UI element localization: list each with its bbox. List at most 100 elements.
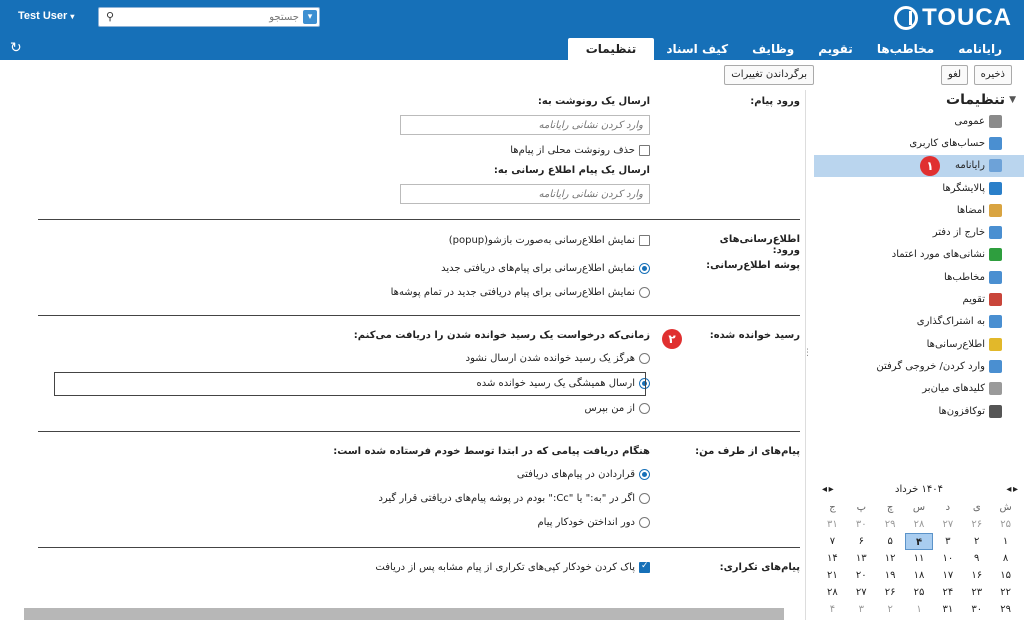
copy-email-input[interactable]	[400, 115, 650, 135]
calendar-day[interactable]: ۳۰	[962, 601, 991, 618]
calendar-day[interactable]: ۲۱	[818, 567, 847, 584]
refresh-icon[interactable]: ↻	[10, 40, 22, 56]
delete-local-copy-checkbox[interactable]	[639, 144, 650, 156]
cancel-button[interactable]: لغو	[940, 65, 968, 85]
calendar-day[interactable]: ۴	[904, 533, 934, 550]
calendar-day[interactable]: ۲۹	[991, 601, 1020, 618]
sidebar-item[interactable]: رایانامه ۱	[814, 154, 1024, 177]
sidebar-item[interactable]: توکافزون‌ها	[814, 400, 1024, 422]
sidebar-item[interactable]: عمومی	[814, 110, 1024, 132]
calendar-day[interactable]: ۱۱	[905, 550, 934, 567]
calendar-day[interactable]: ۱۰	[933, 550, 962, 567]
calendar-day[interactable]: ۲۶	[962, 516, 991, 533]
calendar-day[interactable]: ۳۱	[933, 601, 962, 618]
rr-ask-option[interactable]: از من بپرس	[30, 399, 650, 417]
rr-never-radio[interactable]	[639, 352, 650, 364]
notify-inbox-radio[interactable]	[639, 262, 650, 274]
calendar-day[interactable]: ۳۰	[847, 516, 876, 533]
tab-briefcase[interactable]: کیف اسناد	[654, 38, 740, 60]
resize-grip-icon[interactable]: ⋮	[803, 348, 812, 358]
sidebar-header[interactable]: ▼ تنظیمات	[814, 90, 1024, 110]
tab-mail[interactable]: رایانامه	[946, 38, 1014, 60]
rr-never-option[interactable]: هرگز یک رسید خوانده شدن ارسال نشود	[30, 349, 650, 367]
notify-email-input[interactable]	[400, 184, 650, 204]
calendar-day[interactable]: ۲	[876, 601, 905, 618]
sidebar-item[interactable]: پالایشگرها	[814, 177, 1024, 199]
sidebar-item[interactable]: وارد کردن/ خروجی گرفتن	[814, 355, 1024, 377]
calendar-day[interactable]: ۱	[991, 533, 1020, 550]
calendar-day[interactable]: ۱۹	[876, 567, 905, 584]
calendar-day[interactable]: ۲۴	[933, 584, 962, 601]
fm-inbox-option[interactable]: قراردادن در پیام‌های دریافتی	[30, 465, 650, 483]
user-menu[interactable]: Test User ▾	[18, 10, 74, 22]
tab-contacts[interactable]: مخاطب‌ها	[865, 38, 946, 60]
calendar-day[interactable]: ۱۳	[847, 550, 876, 567]
calendar-day[interactable]: ۲۸	[818, 584, 847, 601]
search-scope-icon[interactable]: ▾	[303, 10, 317, 24]
calendar-day[interactable]: ۱۶	[962, 567, 991, 584]
fm-discard-radio[interactable]	[639, 516, 650, 528]
fm-cc-radio[interactable]	[639, 492, 650, 504]
calendar-day[interactable]: ۷	[818, 533, 847, 550]
sidebar-item[interactable]: کلیدهای میان‌بر	[814, 378, 1024, 400]
notify-inbox-option[interactable]: نمایش اطلاع‌رسانی برای پیام‌های دریافتی …	[30, 259, 650, 277]
sidebar-item[interactable]: مخاطب‌ها	[814, 266, 1024, 288]
calendar-day[interactable]: ۲۵	[905, 584, 934, 601]
calendar-nav-prev[interactable]: ▸ ◂	[1006, 484, 1017, 495]
calendar-day[interactable]: ۲۷	[847, 584, 876, 601]
calendar-day[interactable]: ۸	[991, 550, 1020, 567]
search-icon[interactable]: ⚲	[103, 10, 117, 24]
calendar-day[interactable]: ۱۷	[933, 567, 962, 584]
search-input[interactable]	[117, 9, 303, 25]
calendar-day[interactable]: ۲۹	[876, 516, 905, 533]
calendar-day[interactable]: ۲۵	[991, 516, 1020, 533]
dup-checkbox[interactable]	[639, 561, 650, 573]
sidebar-item[interactable]: به اشتراک‌گذاری	[814, 311, 1024, 333]
fm-discard-option[interactable]: دور انداختن خودکار پیام	[30, 513, 650, 531]
calendar-day[interactable]: ۲۰	[847, 567, 876, 584]
tab-calendar[interactable]: تقویم	[806, 38, 865, 60]
save-button[interactable]: ذخیره	[973, 65, 1012, 85]
notify-all-radio[interactable]	[639, 286, 650, 298]
revert-changes-button[interactable]: برگرداندن تغییرات	[724, 65, 814, 85]
calendar-day[interactable]: ۲۸	[905, 516, 934, 533]
dup-option[interactable]: پاک کردن خودکار کپی‌های تکراری از پیام م…	[30, 558, 650, 576]
popup-notify-option[interactable]: نمایش اطلاع‌رسانی به‌صورت بازشو(popup)	[30, 231, 650, 249]
delete-local-copy-option[interactable]: حذف رونوشت محلی از پیام‌ها	[30, 141, 650, 159]
sidebar-item[interactable]: حساب‌های کاربری	[814, 132, 1024, 154]
calendar-day[interactable]: ۲	[962, 533, 991, 550]
calendar-day[interactable]: ۱	[905, 601, 934, 618]
calendar-day[interactable]: ۲۲	[991, 584, 1020, 601]
fm-cc-option[interactable]: اگر در "به:" یا "Cc:" بودم در پوشه پیام‌…	[30, 489, 650, 507]
rr-ask-radio[interactable]	[639, 402, 650, 414]
sidebar-item[interactable]: اطلاع‌رسانی‌ها	[814, 333, 1024, 355]
calendar-day[interactable]: ۵	[876, 533, 905, 550]
sidebar-item[interactable]: تقویم	[814, 288, 1024, 310]
sidebar-item[interactable]: نشانی‌های مورد اعتماد	[814, 244, 1024, 266]
search-box[interactable]: ▾ ⚲	[98, 7, 320, 27]
horizontal-scrollbar[interactable]	[24, 608, 784, 620]
fm-inbox-radio[interactable]	[639, 468, 650, 480]
calendar-day[interactable]: ۴	[818, 601, 847, 618]
calendar-day[interactable]: ۳	[847, 601, 876, 618]
tab-settings[interactable]: تنظیمات	[567, 38, 655, 60]
calendar-day[interactable]: ۹	[962, 550, 991, 567]
calendar-day[interactable]: ۳	[933, 533, 962, 550]
calendar-day[interactable]: ۱۸	[905, 567, 934, 584]
sidebar-item[interactable]: خارج از دفتر	[814, 221, 1024, 243]
calendar-day[interactable]: ۲۳	[962, 584, 991, 601]
calendar-day[interactable]: ۶	[847, 533, 876, 550]
accounts-icon	[989, 136, 1002, 150]
calendar-day[interactable]: ۱۴	[818, 550, 847, 567]
tab-tasks[interactable]: وظایف	[740, 38, 806, 60]
calendar-day[interactable]: ۱۵	[991, 567, 1020, 584]
calendar-day[interactable]: ۲۷	[933, 516, 962, 533]
collapse-triangle-icon[interactable]: ▼	[1009, 95, 1016, 105]
popup-notify-checkbox[interactable]	[639, 234, 650, 246]
calendar-day[interactable]: ۳۱	[818, 516, 847, 533]
calendar-nav-next[interactable]: ▸ ◂	[822, 484, 833, 495]
calendar-day[interactable]: ۱۲	[876, 550, 905, 567]
sidebar-item[interactable]: امضاها	[814, 199, 1024, 221]
notify-all-option[interactable]: نمایش اطلاع‌رسانی برای پیام دریافتی جدید…	[30, 283, 650, 301]
calendar-day[interactable]: ۲۶	[876, 584, 905, 601]
